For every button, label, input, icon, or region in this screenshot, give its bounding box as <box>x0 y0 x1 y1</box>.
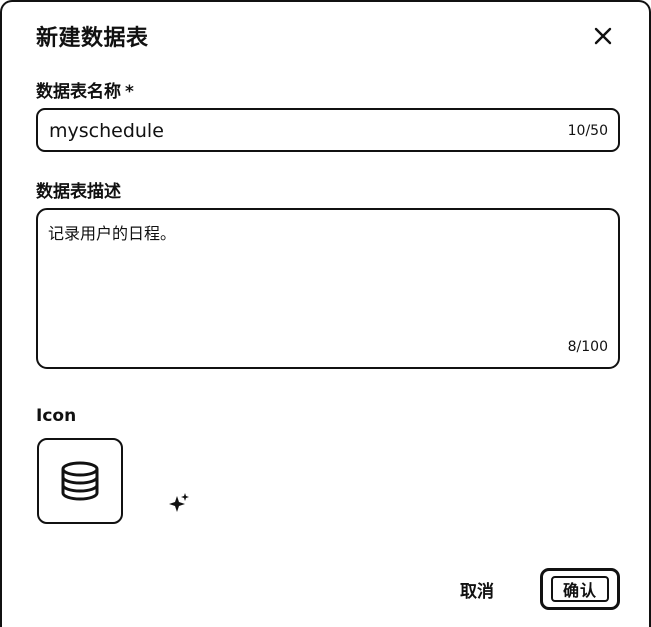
sparkle-icon <box>169 493 189 512</box>
create-table-dialog: 新建数据表 数据表名称 * myschedule 10/50 数据表描述 记录用户… <box>0 0 651 627</box>
description-field-label: 数据表描述 <box>36 182 121 202</box>
database-icon <box>61 461 99 501</box>
required-mark: * <box>125 82 134 102</box>
confirm-button-label: 确认 <box>551 576 609 602</box>
name-field-label: 数据表名称 * <box>36 77 134 102</box>
generate-icon-button[interactable] <box>168 492 190 514</box>
confirm-button[interactable]: 确认 <box>540 568 620 610</box>
cancel-button[interactable]: 取消 <box>460 577 494 602</box>
icon-picker-button[interactable] <box>37 438 123 524</box>
dialog-title: 新建数据表 <box>36 26 149 51</box>
close-button[interactable] <box>588 21 618 51</box>
table-description-value: 记录用户的日程。 <box>48 224 177 243</box>
table-description-textarea[interactable]: 记录用户的日程。 8/100 <box>36 208 620 369</box>
icon-field-label: Icon <box>36 406 77 426</box>
name-label-text: 数据表名称 <box>36 82 121 102</box>
table-description-counter: 8/100 <box>567 339 608 355</box>
table-name-value: myschedule <box>49 120 164 142</box>
close-icon <box>594 27 612 45</box>
table-name-input[interactable]: myschedule 10/50 <box>36 108 620 152</box>
table-name-counter: 10/50 <box>567 123 608 139</box>
